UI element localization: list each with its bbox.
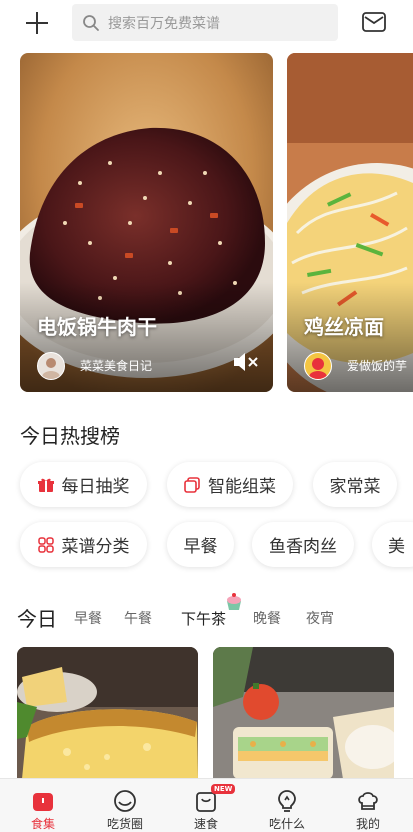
chip-yuxiang-pork[interactable]: 鱼香肉丝 [252, 522, 354, 567]
card-author[interactable]: 菜菜美食日记 [80, 357, 152, 374]
search-box[interactable]: 搜索百万免费菜谱 [72, 4, 338, 41]
card-author[interactable]: 爱做饭的芋 [347, 357, 407, 374]
nav-what-to-eat[interactable]: 吃什么 [252, 779, 322, 832]
gift-icon [37, 478, 54, 492]
bottom-nav: 食集 吃货圈 NEW 速食 吃什么 我的 [0, 778, 413, 832]
chip-recipe-category[interactable]: 菜谱分类 [20, 522, 147, 567]
recipe-card[interactable] [213, 647, 394, 779]
chip-breakfast[interactable]: 早餐 [167, 522, 234, 567]
chip-label: 每日抽奖 [61, 477, 130, 497]
nav-label: 食集 [30, 817, 55, 831]
nav-home[interactable]: 食集 [8, 779, 78, 832]
nav-foodie-circle[interactable]: 吃货圈 [90, 779, 160, 832]
mail-icon[interactable] [362, 12, 386, 32]
search-input[interactable]: 搜索百万免费菜谱 [108, 13, 220, 33]
chip-partial[interactable]: 美 [372, 522, 413, 567]
recipe-card[interactable] [17, 647, 198, 779]
chip-home-cooking[interactable]: 家常菜 [313, 462, 397, 507]
tab-breakfast[interactable]: 早餐 [74, 608, 102, 628]
chip-label: 鱼香肉丝 [269, 537, 337, 557]
hot-search-title: 今日热搜榜 [20, 424, 120, 448]
tab-lunch[interactable]: 午餐 [124, 608, 152, 628]
avatar[interactable] [37, 352, 65, 380]
copy-icon [184, 476, 200, 493]
top-bar: 搜索百万免费菜谱 [0, 0, 413, 46]
avatar[interactable] [304, 352, 332, 380]
bulb-icon [278, 790, 296, 812]
tab-today[interactable]: 今日 [17, 603, 57, 632]
chip-label: 家常菜 [329, 477, 381, 497]
nav-me[interactable]: 我的 [333, 779, 403, 832]
nav-label: 吃货圈 [106, 817, 143, 831]
grid-icon [37, 536, 54, 553]
nav-fast-food[interactable]: NEW 速食 [171, 779, 241, 832]
food-photo-sandwich [213, 647, 394, 779]
featured-card[interactable]: 鸡丝凉面 爱做饭的芋 [287, 53, 413, 392]
chip-label: 菜谱分类 [61, 537, 130, 557]
home-icon [33, 793, 53, 811]
chip-smart-menu[interactable]: 智能组菜 [167, 462, 293, 507]
card-title: 电饭锅牛肉干 [37, 315, 157, 339]
chip-daily-lottery[interactable]: 每日抽奖 [20, 462, 147, 507]
plus-icon[interactable] [24, 10, 50, 36]
smile-icon [114, 790, 136, 812]
tab-late-night[interactable]: 夜宵 [306, 608, 334, 628]
nav-label: 我的 [355, 817, 380, 831]
card-title: 鸡丝凉面 [304, 315, 384, 339]
tab-afternoon-tea[interactable]: 下午茶 [181, 608, 226, 629]
tab-dinner[interactable]: 晚餐 [253, 608, 281, 628]
chip-label: 早餐 [183, 537, 218, 557]
chef-hat-icon [358, 792, 378, 810]
chip-label: 智能组菜 [208, 477, 276, 497]
meal-tabs: 今日 早餐 午餐 下午茶 晚餐 夜宵 [0, 600, 413, 636]
chip-label: 美 [388, 537, 405, 557]
cake-icon [227, 593, 241, 610]
mute-icon[interactable] [232, 351, 260, 373]
featured-card[interactable]: 电饭锅牛肉干 菜菜美食日记 [20, 53, 273, 392]
nav-label: 速食 [193, 817, 218, 831]
food-photo-cake [17, 647, 198, 779]
new-badge: NEW [211, 784, 236, 794]
nav-label: 吃什么 [268, 817, 305, 831]
search-icon [83, 14, 99, 31]
